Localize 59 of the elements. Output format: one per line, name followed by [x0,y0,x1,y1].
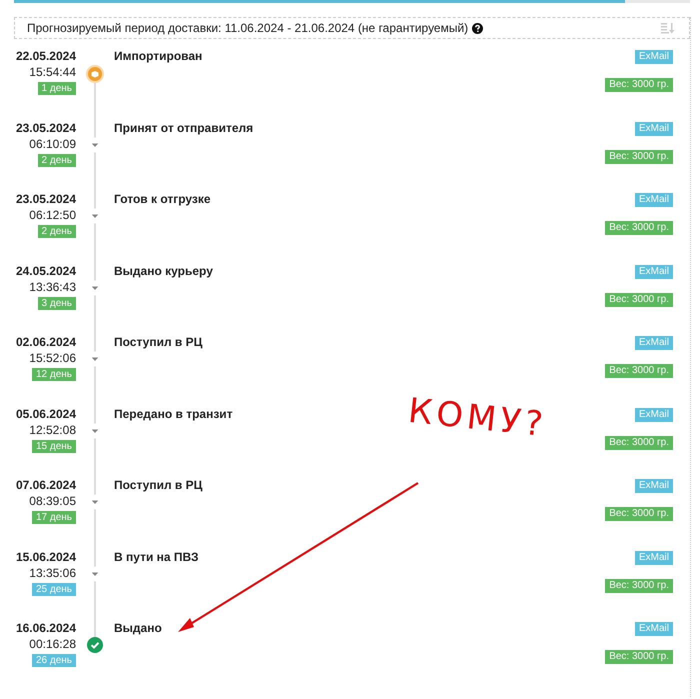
day-count-label: 2 день [38,154,76,166]
day-count-label: 3 день [38,296,76,310]
event-date: 05.06.2024 [16,406,76,422]
weight-label: Вес: 3000 гр. [605,78,673,92]
carrier-label: ExMail [634,479,673,493]
carrier-label: ExMail [634,336,673,350]
carrier-label: ExMail [634,622,673,636]
event-status: Импортирован [114,49,202,65]
event-time: 12:52:08 [29,422,76,438]
weight-label: Вес: 3000 гр. [605,150,673,164]
weight-label: Вес: 3000 гр. [605,436,673,450]
event-time: 15:52:06 [29,350,76,366]
event-time: 13:35:06 [29,564,76,580]
day-count-label: 26 день [32,654,76,667]
box-icon [86,65,104,83]
event-date: 02.06.2024 [16,335,76,350]
weight-label: Вес: 3000 гр. [605,507,673,521]
event-status: В пути на ПВЗ [114,550,199,566]
event-date: 16.06.2024 [16,621,76,636]
carrier-label: ExMail [634,122,673,136]
carrier-label: ExMail [634,50,673,64]
event-date: 24.05.2024 [16,264,76,278]
day-count-label: 2 день [38,225,76,238]
carrier-label: ExMail [634,264,673,278]
event-date: 07.06.2024 [16,478,76,493]
weight-label: Вес: 3000 гр. [605,221,673,235]
event-date: 22.05.2024 [16,49,76,64]
carrier-label: ExMail [634,193,673,207]
event-date: 15.06.2024 [16,550,76,564]
handwritten-note: КОМУ? [406,390,549,446]
weight-label: Вес: 3000 гр. [605,578,673,592]
event-status: Принят от отправителя [114,120,254,136]
day-count-label: 17 день [32,511,76,524]
event-status: Передано в транзит [114,406,233,422]
help-icon[interactable] [472,22,484,34]
event-date: 23.05.2024 [16,120,76,136]
event-status: Выдано [114,621,162,637]
weight-label: Вес: 3000 гр. [605,292,673,306]
event-status: Поступил в РЦ [114,335,202,351]
forecast-text: Прогнозируемый период доставки: 11.06.2024 - 21.06.2024 (не гарантируемый) [27,21,468,35]
day-count-label: 25 день [32,582,76,596]
event-time: 06:10:09 [29,136,76,152]
weight-label: Вес: 3000 гр. [605,364,673,378]
weight-label: Вес: 3000 гр. [605,650,673,664]
event-time: 00:16:28 [29,636,76,652]
day-count-label: 1 день [38,82,76,95]
carrier-label: ExMail [634,408,673,422]
event-status: Готов к отгрузке [114,192,211,208]
day-count-label: 12 день [32,368,76,381]
event-time: 13:36:43 [29,278,76,294]
carrier-label: ExMail [634,550,673,564]
event-date: 23.05.2024 [16,192,76,207]
day-count-label: 15 день [32,440,76,452]
event-time: 15:54:44 [29,64,76,80]
event-status: Поступил в РЦ [114,478,202,494]
check-icon [87,637,103,653]
event-time: 08:39:05 [29,493,76,509]
event-status: Выдано курьеру [114,264,213,280]
event-time: 06:12:50 [29,207,76,223]
